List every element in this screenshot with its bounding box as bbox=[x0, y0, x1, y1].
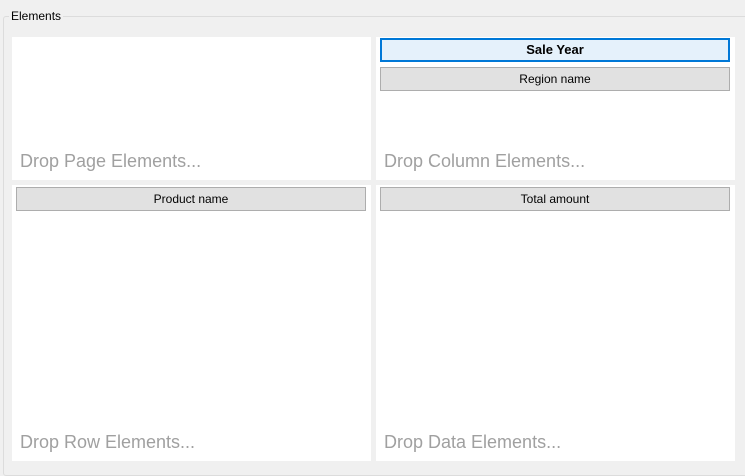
data-field-total-amount[interactable]: Total amount bbox=[380, 187, 730, 211]
row-elements-drop-area[interactable]: Product name Drop Row Elements... bbox=[12, 185, 371, 461]
page-elements-drop-area[interactable]: Drop Page Elements... bbox=[12, 37, 371, 180]
data-drop-hint: Drop Data Elements... bbox=[384, 432, 562, 452]
row-drop-hint: Drop Row Elements... bbox=[20, 432, 196, 452]
column-field-region-name[interactable]: Region name bbox=[380, 67, 730, 91]
page-drop-hint: Drop Page Elements... bbox=[20, 151, 202, 171]
row-field-product-name[interactable]: Product name bbox=[16, 187, 366, 211]
column-elements-drop-area[interactable]: Sale Year Region name Drop Column Elemen… bbox=[376, 37, 735, 180]
column-drop-hint: Drop Column Elements... bbox=[384, 151, 586, 171]
column-field-sale-year[interactable]: Sale Year bbox=[380, 38, 730, 62]
data-elements-drop-area[interactable]: Total amount Drop Data Elements... bbox=[376, 185, 735, 461]
elements-group-title: Elements bbox=[9, 9, 64, 23]
